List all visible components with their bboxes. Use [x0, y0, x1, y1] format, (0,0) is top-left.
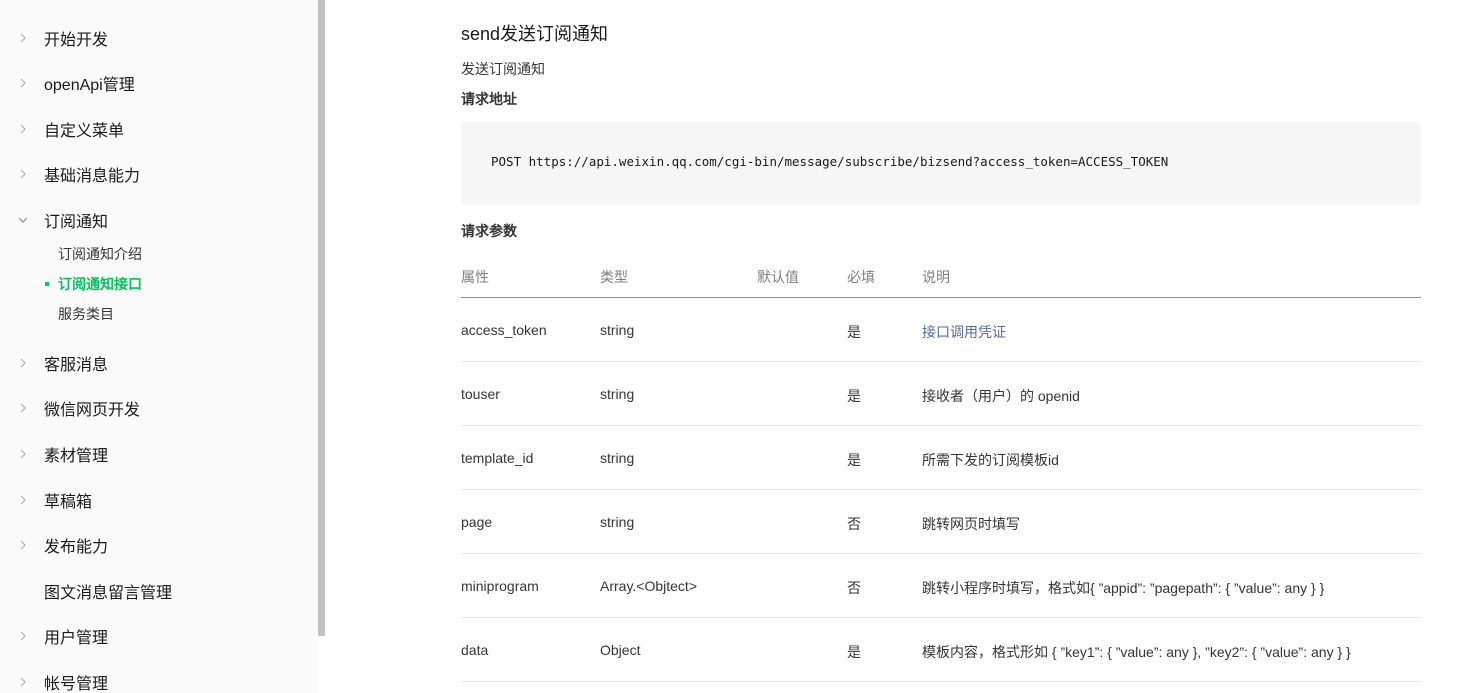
sidebar-item-label: 客服消息 — [44, 357, 109, 374]
sidebar-subitem-label: 订阅通知介绍 — [58, 246, 142, 262]
sidebar-item-custom-menu[interactable]: 自定义菜单 — [0, 114, 310, 144]
cell-description: 模板内容，格式形如 { ”key1”: { ”value”: any }, ”k… — [922, 644, 1351, 660]
sidebar-subitem-api[interactable]: 订阅通知接口 — [0, 271, 310, 297]
sidebar-item-publish[interactable]: 发布能力 — [0, 530, 310, 560]
cell-required: 是 — [847, 388, 861, 404]
cell-type: string — [600, 386, 635, 402]
page-title: send发送订阅通知 — [461, 24, 609, 44]
sidebar-item-start-dev[interactable]: 开始开发 — [0, 23, 310, 53]
table-row: access_token string 是 接口调用凭证 — [461, 298, 1421, 362]
cell-name: touser — [461, 386, 500, 402]
column-header-type: 类型 — [600, 269, 628, 285]
sidebar-item-label: 帐号管理 — [44, 676, 109, 693]
chevron-right-icon — [18, 33, 28, 43]
cell-name: data — [461, 642, 489, 658]
cell-description: 所需下发的订阅模板id — [922, 452, 1059, 468]
cell-name: access_token — [461, 322, 547, 338]
sidebar-nav: 开始开发 openApi管理 自定义菜单 基础消息能力 订阅通知 订阅通知介绍 … — [0, 0, 318, 693]
chevron-right-icon — [18, 124, 28, 134]
cell-type: string — [600, 514, 635, 530]
sidebar-item-openapi[interactable]: openApi管理 — [0, 68, 310, 98]
chevron-right-icon — [18, 540, 28, 550]
sidebar-subitem-label: 订阅通知接口 — [58, 276, 142, 292]
cell-description: 接收者（用户）的 openid — [922, 388, 1080, 404]
page-description: 发送订阅通知 — [461, 61, 545, 77]
cell-required: 是 — [847, 452, 861, 468]
chevron-right-icon — [18, 449, 28, 459]
params-table: 属性 类型 默认值 必填 说明 access_token string 是 接口… — [461, 255, 1421, 682]
table-row: data Object 是 模板内容，格式形如 { ”key1”: { ”val… — [461, 618, 1421, 682]
sidebar-item-customer-service[interactable]: 客服消息 — [0, 348, 310, 378]
sidebar-item-label: 用户管理 — [44, 630, 109, 647]
cell-type: Object — [600, 642, 641, 658]
request-url-heading: 请求地址 — [461, 91, 517, 107]
column-header-description: 说明 — [922, 269, 950, 285]
table-row: touser string 是 接收者（用户）的 openid — [461, 362, 1421, 426]
cell-name: template_id — [461, 450, 534, 466]
chevron-right-icon — [18, 495, 28, 505]
sidebar-item-label: 发布能力 — [44, 539, 109, 556]
code-block: POST https://api.weixin.qq.com/cgi-bin/m… — [461, 122, 1421, 205]
cell-name: page — [461, 514, 493, 530]
cell-type: string — [600, 322, 635, 338]
sidebar-item-label: 图文消息留言管理 — [44, 585, 173, 602]
chevron-right-icon — [18, 169, 28, 179]
table-row: page string 否 跳转网页时填写 — [461, 490, 1421, 554]
sidebar-item-label: 开始开发 — [44, 32, 109, 49]
sidebar-item-web-dev[interactable]: 微信网页开发 — [0, 393, 310, 423]
cell-required: 否 — [847, 516, 861, 532]
sidebar-item-drafts[interactable]: 草稿箱 — [0, 485, 310, 515]
cell-type: Array.<Objtect> — [600, 578, 698, 594]
column-header-default: 默认值 — [757, 269, 799, 285]
cell-required: 否 — [847, 580, 861, 596]
active-indicator-icon — [45, 282, 49, 286]
column-header-name: 属性 — [461, 269, 489, 285]
sidebar-item-label: 订阅通知 — [44, 214, 109, 231]
cell-description: 跳转网页时填写 — [922, 516, 1020, 532]
sidebar-item-subscribe-notice[interactable]: 订阅通知 — [0, 205, 310, 235]
sidebar-item-label: 素材管理 — [44, 448, 109, 465]
cell-description: 跳转小程序时填写，格式如{ ”appid”: ”pagepath”: { ”va… — [922, 580, 1325, 596]
cell-name: miniprogram — [461, 578, 539, 594]
sidebar-item-label: openApi管理 — [44, 77, 135, 94]
cell-type: string — [600, 450, 635, 466]
table-row: template_id string 是 所需下发的订阅模板id — [461, 426, 1421, 490]
request-url: POST https://api.weixin.qq.com/cgi-bin/m… — [491, 154, 1169, 169]
params-heading: 请求参数 — [461, 223, 517, 239]
column-header-required: 必填 — [847, 269, 875, 285]
sidebar-scrollbar[interactable] — [318, 0, 325, 636]
chevron-right-icon — [18, 358, 28, 368]
sidebar-item-label: 微信网页开发 — [44, 402, 141, 419]
sidebar-item-comments[interactable]: 图文消息留言管理 — [0, 576, 310, 606]
cell-required: 是 — [847, 324, 861, 340]
chevron-right-icon — [18, 78, 28, 88]
chevron-right-icon — [18, 403, 28, 413]
access-token-link[interactable]: 接口调用凭证 — [922, 322, 1006, 342]
chevron-down-icon — [18, 215, 28, 225]
sidebar-item-label: 自定义菜单 — [44, 123, 125, 140]
chevron-right-icon — [18, 677, 28, 687]
sidebar-subitem-intro[interactable]: 订阅通知介绍 — [0, 241, 310, 267]
sidebar-item-user-management[interactable]: 用户管理 — [0, 621, 310, 651]
cell-required: 是 — [847, 644, 861, 660]
sidebar-item-material[interactable]: 素材管理 — [0, 439, 310, 469]
sidebar-subitem-label: 服务类目 — [58, 306, 114, 322]
sidebar-item-basic-message[interactable]: 基础消息能力 — [0, 159, 310, 189]
table-header: 属性 类型 默认值 必填 说明 — [461, 255, 1421, 298]
sidebar-subitem-categories[interactable]: 服务类目 — [0, 301, 310, 327]
chevron-right-icon — [18, 631, 28, 641]
sidebar-item-account-management[interactable]: 帐号管理 — [0, 667, 310, 693]
sidebar-item-label: 草稿箱 — [44, 494, 93, 511]
sidebar-item-label: 基础消息能力 — [44, 168, 141, 185]
table-row: miniprogram Array.<Objtect> 否 跳转小程序时填写，格… — [461, 554, 1421, 618]
